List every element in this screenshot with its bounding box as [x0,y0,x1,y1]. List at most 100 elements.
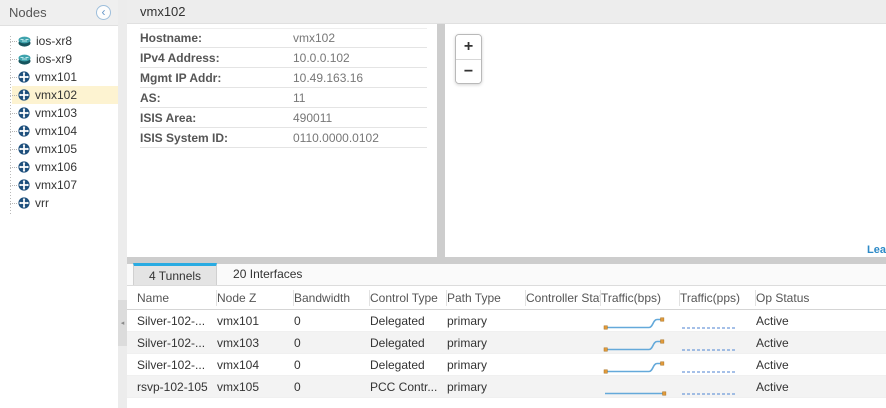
sidebar-item-vmx101[interactable]: vmx101 [0,68,118,86]
cell: Delegated [370,358,447,372]
detail-label: ISIS Area: [140,111,293,125]
sidebar-item-vmx103[interactable]: vmx103 [0,104,118,122]
tab-bar: 4 Tunnels 20 Interfaces [127,264,886,286]
sidebar-item-vrr[interactable]: vrr [0,194,118,212]
details-map-splitter[interactable] [437,24,445,257]
traffic-pps-sparkline [680,376,756,398]
vmx-router-icon [18,89,30,101]
cell: Silver-102-... [137,358,217,372]
vmx-router-icon [18,107,30,119]
cell: primary [447,314,526,328]
node-label: ios-xr8 [36,34,72,48]
column-header-controller-statu[interactable]: Controller Statu [526,290,601,306]
vmx-router-icon [18,71,30,83]
vmx-router-icon [18,125,30,137]
map-attribution-link[interactable]: Lea [867,244,886,256]
node-label: ios-xr9 [36,52,72,66]
cell: primary [447,336,526,350]
sidebar-item-vmx106[interactable]: vmx106 [0,158,118,176]
cell: vmx101 [217,314,294,328]
cell: 0 [294,358,370,372]
detail-value: 0110.0000.0102 [293,131,379,145]
selected-node-title-bar: vmx102 [127,0,886,24]
op-status-value: Active [756,314,886,328]
column-header-name[interactable]: Name [137,290,217,306]
sidebar-item-vmx102[interactable]: vmx102 [0,86,118,104]
cell: primary [447,380,526,394]
detail-row: ISIS System ID:0110.0000.0102 [140,128,427,148]
splitter-collapse-icon[interactable]: ◂ [118,300,127,346]
node-label: vmx102 [35,88,77,102]
detail-value: 490011 [293,111,332,125]
node-label: vmx101 [35,70,77,84]
zoom-in-button[interactable]: + [456,35,481,59]
traffic-bps-sparkline [601,310,680,332]
tab-interfaces[interactable]: 20 Interfaces [217,263,318,285]
app-window: Nodes ‹ ios-xr8 ios-xr9 vmx101 vmx102 vmx103… [0,0,886,408]
vmx-router-icon [18,179,30,191]
detail-label: Mgmt IP Addr: [140,71,293,85]
detail-value: 11 [293,91,305,105]
detail-label: AS: [140,91,293,105]
sidebar-item-ios-xr8[interactable]: ios-xr8 [0,32,118,50]
column-header-op-status[interactable]: Op Status [756,290,886,306]
map-zoom-control: + − [455,34,482,84]
xr-router-icon [18,36,31,47]
detail-value: vmx102 [293,31,335,45]
tunnel-row-vmx103[interactable]: Silver-102-...vmx1030DelegatedprimaryAct… [127,332,886,354]
nodes-sidebar: Nodes ‹ ios-xr8 ios-xr9 vmx101 vmx102 vmx103… [0,0,118,408]
cell: Silver-102-... [137,314,217,328]
detail-label: ISIS System ID: [140,131,293,145]
topology-map-panel: + − Lea [445,24,886,257]
vmx-router-icon [18,197,30,209]
cell: vmx104 [217,358,294,372]
detail-value: 10.0.0.102 [293,51,350,65]
collapse-sidebar-icon[interactable]: ‹ [96,5,111,20]
cell: Silver-102-... [137,336,217,350]
traffic-pps-sparkline [680,332,756,354]
sidebar-item-ios-xr9[interactable]: ios-xr9 [0,50,118,68]
column-header-bandwidth[interactable]: Bandwidth [294,290,370,306]
selected-node-title: vmx102 [140,4,186,19]
detail-label: IPv4 Address: [140,51,293,65]
content-row: Hostname:vmx102IPv4 Address:10.0.0.102Mg… [127,24,886,257]
sidebar-splitter[interactable]: ◂ [118,0,127,408]
node-label: vmx103 [35,106,77,120]
column-header-traffic-pps-[interactable]: Traffic(pps) [680,290,756,306]
cell: PCC Contr... [370,380,447,394]
tunnel-row-vmx101[interactable]: Silver-102-...vmx1010DelegatedprimaryAct… [127,310,886,332]
tab-tunnels[interactable]: 4 Tunnels [133,263,217,285]
detail-row: ISIS Area:490011 [140,108,427,128]
tunnels-table-body: Silver-102-...vmx1010DelegatedprimaryAct… [127,310,886,398]
op-status-value: Active [756,358,886,372]
sidebar-item-vmx104[interactable]: vmx104 [0,122,118,140]
sidebar-item-vmx107[interactable]: vmx107 [0,176,118,194]
traffic-bps-sparkline [601,376,680,398]
tunnel-row-vmx105[interactable]: rsvp-102-105vmx1050PCC Contr...primary Ac… [127,376,886,398]
cell: rsvp-102-105 [137,380,217,394]
detail-row: AS:11 [140,88,427,108]
sidebar-header: Nodes ‹ [0,0,118,26]
detail-row: IPv4 Address:10.0.0.102 [140,48,427,68]
traffic-pps-sparkline [680,354,756,376]
node-label: vmx106 [35,160,77,174]
op-status-value: Active [756,380,886,394]
main-area: vmx102 Hostname:vmx102IPv4 Address:10.0.… [127,0,886,408]
traffic-bps-sparkline [601,332,680,354]
cell: 0 [294,314,370,328]
column-header-control-type[interactable]: Control Type [370,290,447,306]
column-header-traffic-bps-[interactable]: Traffic(bps) [601,290,680,306]
detail-value: 10.49.163.16 [293,71,363,85]
zoom-out-button[interactable]: − [456,59,481,83]
sidebar-item-vmx105[interactable]: vmx105 [0,140,118,158]
column-header-node-z[interactable]: Node Z [217,290,294,306]
cell: vmx105 [217,380,294,394]
detail-row: Hostname:vmx102 [140,28,427,48]
cell: 0 [294,380,370,394]
tunnels-table-header: NameNode ZBandwidthControl TypePath Type… [127,286,886,310]
column-header-path-type[interactable]: Path Type [447,290,526,306]
detail-row: Mgmt IP Addr:10.49.163.16 [140,68,427,88]
tunnel-row-vmx104[interactable]: Silver-102-...vmx1040DelegatedprimaryAct… [127,354,886,376]
node-label: vmx105 [35,142,77,156]
traffic-pps-sparkline [680,310,756,332]
